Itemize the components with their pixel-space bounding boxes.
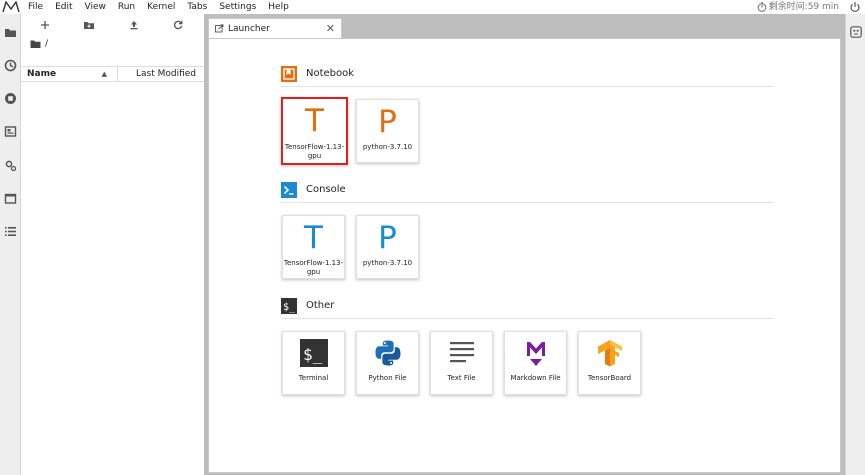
breadcrumb-path[interactable]: / bbox=[45, 39, 48, 49]
file-browser-toolbar bbox=[21, 14, 204, 36]
card-letter: P bbox=[378, 220, 397, 256]
text-file-icon bbox=[449, 342, 474, 363]
section-other: $_ Other bbox=[281, 293, 774, 319]
stop-icon[interactable] bbox=[4, 92, 17, 105]
section-console-title: Console bbox=[306, 184, 346, 195]
card-console-python[interactable]: P python-3.7.10 bbox=[356, 215, 419, 279]
other-section-icon: $_ bbox=[281, 297, 297, 314]
menu-view[interactable]: View bbox=[79, 0, 112, 14]
file-browser: / Name ▲ Last Modified bbox=[21, 14, 204, 475]
card-terminal[interactable]: $_ Terminal bbox=[282, 331, 345, 395]
palette-icon[interactable] bbox=[4, 125, 17, 138]
file-list-header: Name ▲ Last Modified bbox=[21, 66, 204, 82]
toc-list-icon[interactable] bbox=[4, 225, 17, 238]
menu-run[interactable]: Run bbox=[112, 0, 141, 14]
home-folder-icon[interactable] bbox=[30, 39, 41, 49]
tabs-icon[interactable] bbox=[4, 192, 17, 205]
menu-help[interactable]: Help bbox=[262, 0, 295, 14]
terminal-icon: $_ bbox=[299, 339, 328, 367]
markdown-icon bbox=[526, 342, 545, 366]
menu-bar: File Edit View Run Kernel Tabs Settings … bbox=[0, 0, 865, 14]
section-other-title: Other bbox=[306, 300, 335, 311]
close-icon[interactable]: ✕ bbox=[326, 23, 335, 34]
card-label: python-3.7.10 bbox=[362, 143, 413, 151]
console-section-icon bbox=[281, 181, 297, 198]
card-python-file[interactable]: Python File bbox=[356, 331, 419, 395]
property-inspector-icon[interactable] bbox=[850, 26, 862, 38]
column-name-label: Name bbox=[27, 69, 57, 79]
menu-file[interactable]: File bbox=[22, 0, 49, 14]
launcher-tab-icon bbox=[215, 24, 224, 33]
section-notebook-title: Notebook bbox=[306, 68, 355, 79]
card-label: python-3.7.10 bbox=[362, 259, 413, 267]
left-activity-bar bbox=[0, 14, 21, 475]
folder-icon[interactable] bbox=[4, 26, 17, 39]
column-name[interactable]: Name ▲ bbox=[21, 67, 118, 81]
tab-launcher-label: Launcher bbox=[228, 23, 270, 34]
timer-icon bbox=[757, 2, 766, 12]
refresh-icon[interactable] bbox=[172, 19, 184, 31]
menu-edit[interactable]: Edit bbox=[49, 0, 78, 14]
card-notebook-python[interactable]: P python-3.7.10 bbox=[356, 99, 419, 163]
card-label: TensorFlow-1.13-gpu bbox=[283, 259, 344, 276]
column-last-modified[interactable]: Last Modified bbox=[118, 67, 204, 81]
sort-ascending-icon: ▲ bbox=[101, 70, 107, 78]
notebook-section-icon bbox=[281, 65, 297, 82]
remaining-time: 剩余时间:59 min bbox=[757, 0, 839, 14]
launcher-panel: Notebook T TensorFlow-1.13-gpu P python-… bbox=[208, 38, 841, 473]
menu-kernel[interactable]: Kernel bbox=[141, 0, 181, 14]
card-label: Markdown File bbox=[510, 374, 561, 382]
remaining-time-text: 剩余时间:59 min bbox=[768, 2, 839, 12]
card-label: Text File bbox=[447, 374, 476, 382]
new-launcher-plus-icon[interactable] bbox=[39, 19, 51, 31]
section-console: Console bbox=[281, 177, 774, 203]
menu-tabs[interactable]: Tabs bbox=[181, 0, 213, 14]
svg-text:$_: $_ bbox=[303, 345, 323, 364]
card-label: Terminal bbox=[298, 374, 329, 382]
card-label: TensorBoard bbox=[587, 374, 632, 382]
card-label: TensorFlow-1.13-gpu bbox=[284, 143, 345, 160]
tensorboard-icon bbox=[597, 340, 622, 367]
card-letter: P bbox=[378, 104, 397, 140]
tab-bar: Launcher ✕ bbox=[208, 18, 845, 38]
card-letter: T bbox=[305, 103, 324, 139]
card-console-tensorflow[interactable]: T TensorFlow-1.13-gpu bbox=[282, 215, 345, 279]
breadcrumb[interactable]: / bbox=[30, 39, 48, 49]
card-tensorboard[interactable]: TensorBoard bbox=[578, 331, 641, 395]
upload-icon[interactable] bbox=[128, 19, 140, 31]
main-dock-area: Launcher ✕ Notebook T TensorFlow-1.13-gp… bbox=[208, 14, 845, 475]
card-notebook-tensorflow[interactable]: T TensorFlow-1.13-gpu bbox=[281, 97, 348, 165]
menu-settings[interactable]: Settings bbox=[213, 0, 262, 14]
tab-launcher[interactable]: Launcher ✕ bbox=[208, 18, 342, 38]
new-folder-icon[interactable] bbox=[83, 19, 95, 31]
right-sidebar bbox=[845, 14, 865, 475]
power-icon[interactable] bbox=[849, 1, 861, 13]
card-markdown-file[interactable]: Markdown File bbox=[504, 331, 567, 395]
card-label: Python File bbox=[368, 374, 407, 382]
svg-text:$_: $_ bbox=[283, 302, 296, 313]
card-text-file[interactable]: Text File bbox=[430, 331, 493, 395]
jupyter-logo[interactable] bbox=[0, 0, 22, 14]
section-notebook: Notebook bbox=[281, 61, 774, 87]
extensions-gear-icon[interactable] bbox=[4, 159, 17, 172]
python-icon bbox=[375, 340, 400, 366]
running-sessions-icon[interactable] bbox=[4, 59, 17, 72]
card-letter: T bbox=[304, 220, 323, 256]
